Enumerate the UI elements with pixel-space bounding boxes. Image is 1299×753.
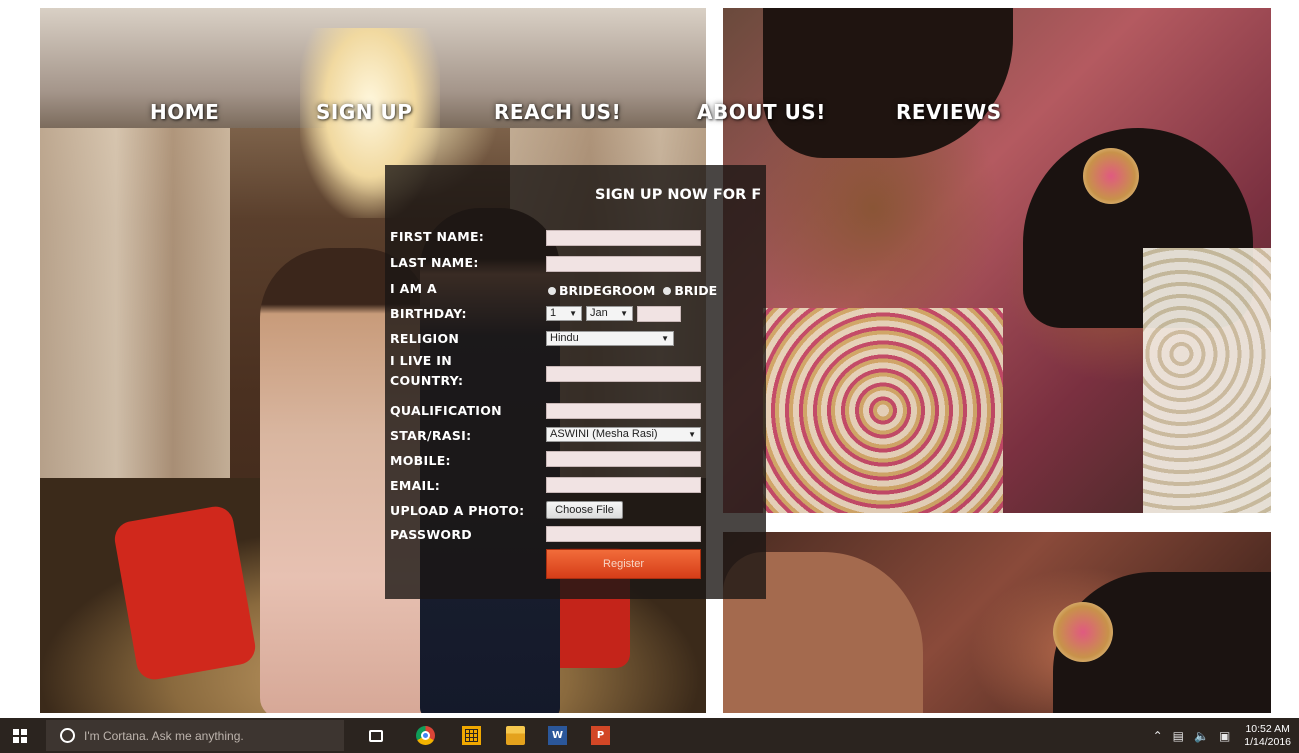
- country-label-line2: COUNTRY:: [390, 373, 464, 388]
- register-button[interactable]: Register: [546, 549, 701, 579]
- system-tray: ⌃ ▤ 🔈 ▣ 10:52 AM 1/14/2016: [1153, 718, 1299, 753]
- clock-time: 10:52 AM: [1245, 722, 1290, 735]
- powerpoint-icon[interactable]: P: [591, 726, 610, 745]
- mobile-label: MOBILE:: [390, 453, 451, 468]
- birthday-month-value: Jan: [590, 307, 608, 319]
- clock-date: 1/14/2016: [1244, 735, 1291, 748]
- nav-about-us[interactable]: ABOUT US!: [697, 100, 826, 124]
- store-icon[interactable]: [462, 726, 481, 745]
- gender-radio-group: BRIDEGROOM BRIDE: [548, 280, 720, 299]
- nav-signup[interactable]: SIGN UP: [316, 100, 412, 124]
- signup-heading: SIGN UP NOW FOR F: [595, 187, 762, 203]
- task-view-icon[interactable]: [369, 730, 383, 742]
- bridegroom-radio-icon[interactable]: [548, 286, 556, 295]
- star-label: STAR/RASI:: [390, 428, 472, 443]
- country-label-line1: I LIVE IN: [390, 353, 452, 368]
- word-icon[interactable]: W: [548, 726, 567, 745]
- nav-home[interactable]: HOME: [150, 100, 219, 124]
- email-input[interactable]: [546, 477, 701, 493]
- last-name-label: LAST NAME:: [390, 255, 479, 270]
- birthday-year-input[interactable]: [637, 306, 681, 322]
- birthday-day-select[interactable]: 1 ▼: [546, 306, 582, 321]
- choose-file-button[interactable]: Choose File: [546, 501, 623, 519]
- religion-select[interactable]: Hindu ▼: [546, 331, 674, 346]
- start-button[interactable]: [0, 718, 40, 753]
- groom-hair: [763, 8, 1013, 158]
- country-input[interactable]: [546, 366, 701, 382]
- first-name-label: FIRST NAME:: [390, 229, 485, 244]
- jewel-ornament: [1083, 148, 1139, 204]
- star-rasi-select[interactable]: ASWINI (Mesha Rasi) ▼: [546, 427, 701, 442]
- dropdown-arrow-icon: ▼: [661, 334, 669, 343]
- religion-value: Hindu: [550, 332, 579, 344]
- wedding-photo-top-right: [723, 8, 1271, 513]
- photo-label: UPLOAD A PHOTO:: [390, 503, 525, 518]
- file-explorer-icon[interactable]: [506, 726, 525, 745]
- birthday-month-select[interactable]: Jan ▼: [586, 306, 633, 321]
- volume-icon[interactable]: 🔈: [1194, 729, 1209, 743]
- dropdown-arrow-icon: ▼: [569, 309, 577, 318]
- cortana-search-box[interactable]: I'm Cortana. Ask me anything.: [46, 720, 344, 751]
- action-center-icon[interactable]: ▣: [1219, 729, 1230, 743]
- cortana-placeholder: I'm Cortana. Ask me anything.: [84, 728, 244, 743]
- dropdown-arrow-icon: ▼: [688, 430, 696, 439]
- nav-reach-us[interactable]: REACH US!: [494, 100, 621, 124]
- mobile-input[interactable]: [546, 451, 701, 467]
- clock[interactable]: 10:52 AM 1/14/2016: [1244, 723, 1291, 749]
- qualification-input[interactable]: [546, 403, 701, 419]
- email-label: EMAIL:: [390, 478, 441, 493]
- taskbar: I'm Cortana. Ask me anything. W P ⌃ ▤ 🔈 …: [0, 718, 1299, 753]
- birthday-label: BIRTHDAY:: [390, 306, 467, 321]
- star-rasi-value: ASWINI (Mesha Rasi): [550, 428, 658, 440]
- religion-label: RELIGION: [390, 331, 460, 346]
- cortana-icon: [60, 728, 75, 743]
- first-name-input[interactable]: [546, 230, 701, 246]
- windows-logo-icon: [13, 728, 27, 743]
- wedding-photo-bottom-right: [723, 532, 1271, 713]
- bride-radio-label[interactable]: BRIDE: [674, 283, 717, 298]
- chrome-icon[interactable]: [416, 726, 435, 745]
- network-icon[interactable]: ▤: [1173, 729, 1184, 743]
- password-input[interactable]: [546, 526, 701, 542]
- birthday-day-value: 1: [550, 307, 557, 319]
- bridegroom-radio-label[interactable]: BRIDEGROOM: [559, 283, 655, 298]
- nav-reviews[interactable]: REVIEWS: [896, 100, 1002, 124]
- dropdown-arrow-icon: ▼: [620, 309, 628, 318]
- tray-chevron-icon[interactable]: ⌃: [1153, 729, 1163, 743]
- flower-garland: [763, 308, 1003, 513]
- gender-label: I AM A: [390, 281, 437, 296]
- bride-radio-icon[interactable]: [663, 286, 672, 295]
- qualification-label: QUALIFICATION: [390, 403, 502, 418]
- signup-form: SIGN UP NOW FOR F FIRST NAME: LAST NAME:…: [385, 165, 766, 599]
- password-label: PASSWORD: [390, 527, 472, 542]
- jewel-ornament: [1053, 602, 1113, 662]
- last-name-input[interactable]: [546, 256, 701, 272]
- hair-flowers: [1143, 248, 1271, 513]
